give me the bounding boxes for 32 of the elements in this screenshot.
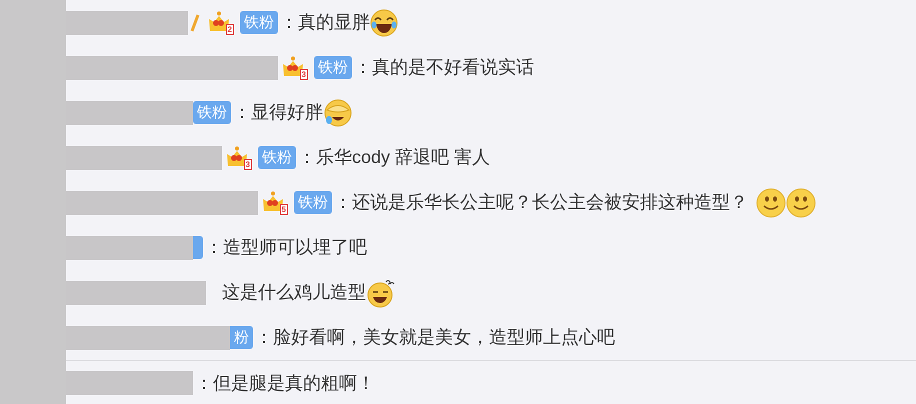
crown-icon <box>262 190 284 212</box>
comment-text: 但是腿是真的粗啊！ <box>213 372 375 394</box>
colon: ： <box>298 146 316 169</box>
smiley-emoji-icon <box>756 188 786 218</box>
fan-badge: 铁粉 <box>294 191 332 214</box>
comment-text: 脸好看啊，美女就是美女，造型师上点心吧 <box>273 326 615 349</box>
fan-badge: 铁粉 <box>193 101 231 124</box>
fan-badge: 铁粉 <box>240 11 278 34</box>
colon: ： <box>195 372 213 394</box>
comment-text: 乐华cody 辞退吧 害人 <box>316 146 490 169</box>
covered-face-emoji-icon <box>323 98 353 128</box>
comment-text: 还说是乐华长公主呢？长公主会被安排这种造型？ <box>352 191 748 214</box>
comment-text: 真的显胖 <box>298 11 370 34</box>
fan-badge: 铁粉 <box>258 146 296 169</box>
colon: ： <box>233 101 251 124</box>
crown-icon <box>226 146 248 168</box>
crown-icon <box>208 10 230 32</box>
colon: ： <box>205 236 223 259</box>
smiley-emoji-icon <box>786 188 816 218</box>
colon: ： <box>280 11 298 34</box>
colon: ： <box>334 191 352 214</box>
colon: ： <box>255 326 273 349</box>
comment-text: 真的是不好看说实话 <box>372 56 534 79</box>
fan-badge: 铁粉 <box>314 56 352 79</box>
comment-text: 造型师可以埋了吧 <box>223 236 367 259</box>
comment-text: 这是什么鸡儿造型 <box>222 281 366 304</box>
crown-icon <box>282 56 304 78</box>
comment-text: 显得好胖 <box>251 101 323 124</box>
grinning-emoji-icon <box>366 278 396 308</box>
fan-badge: 粉 <box>230 326 253 349</box>
colon: ： <box>354 56 372 79</box>
laughing-emoji-icon <box>370 8 398 36</box>
